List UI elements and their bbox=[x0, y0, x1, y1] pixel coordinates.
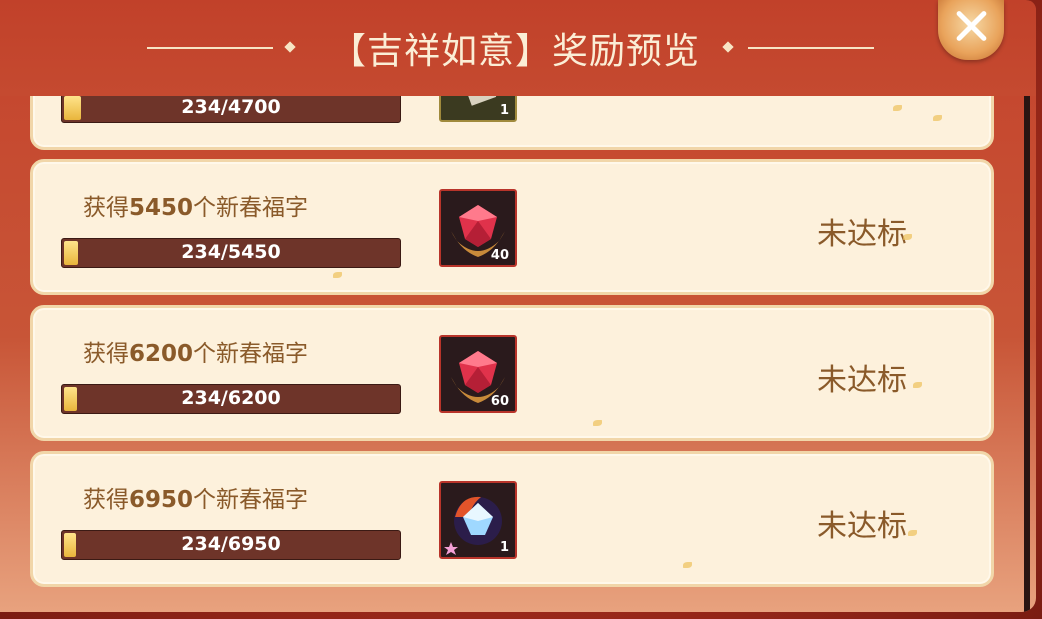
panel-header: 【吉祥如意】奖励预览 bbox=[0, 0, 1036, 96]
progress-text: 234/6200 bbox=[181, 387, 281, 409]
status-label: 未达标 bbox=[817, 363, 907, 398]
reward-row: 获得5450个新春福字 234/5450 40 未达标 bbox=[30, 159, 994, 295]
reward-count: 1 bbox=[499, 540, 509, 555]
progress-bar: 234/6200 bbox=[61, 384, 401, 414]
reward-condition: 获得6950个新春福字 bbox=[83, 487, 309, 513]
progress-text: 234/6950 bbox=[181, 533, 281, 555]
reward-count: 1 bbox=[499, 103, 509, 118]
progress-bar: 234/6950 bbox=[61, 530, 401, 560]
reward-count: 40 bbox=[490, 248, 509, 263]
progress-text: 234/4700 bbox=[181, 96, 281, 118]
reward-item[interactable]: 1 bbox=[439, 96, 517, 122]
reward-preview-panel: 234/4700 1 获得5450个新春福字 234/5450 40 未达标 获… bbox=[0, 0, 1036, 612]
progress-text: 234/5450 bbox=[181, 241, 281, 263]
page-title: 【吉祥如意】奖励预览 bbox=[329, 31, 700, 72]
reward-item[interactable]: 40 bbox=[439, 189, 517, 267]
reward-list[interactable]: 234/4700 1 获得5450个新春福字 234/5450 40 未达标 获… bbox=[0, 96, 1036, 612]
reward-condition: 获得6200个新春福字 bbox=[83, 341, 309, 367]
progress-bar: 234/4700 bbox=[61, 96, 401, 123]
reward-item[interactable]: 1 bbox=[439, 481, 517, 559]
title-ornament-diamond bbox=[284, 41, 296, 53]
reward-row: 234/4700 1 bbox=[30, 96, 994, 150]
reward-row: 获得6200个新春福字 234/6200 60 未达标 bbox=[30, 305, 994, 441]
title-ornament-diamond bbox=[722, 41, 734, 53]
reward-count: 60 bbox=[490, 394, 509, 409]
close-button[interactable] bbox=[938, 0, 1004, 60]
title-ornament-line bbox=[748, 47, 874, 49]
status-label: 未达标 bbox=[817, 217, 907, 252]
progress-bar: 234/5450 bbox=[61, 238, 401, 268]
status-label: 未达标 bbox=[817, 509, 907, 544]
reward-item[interactable]: 60 bbox=[439, 335, 517, 413]
reward-condition: 获得5450个新春福字 bbox=[83, 195, 309, 221]
reward-row: 获得6950个新春福字 234/6950 1 未达标 bbox=[30, 451, 994, 587]
title-ornament-line bbox=[147, 47, 273, 49]
